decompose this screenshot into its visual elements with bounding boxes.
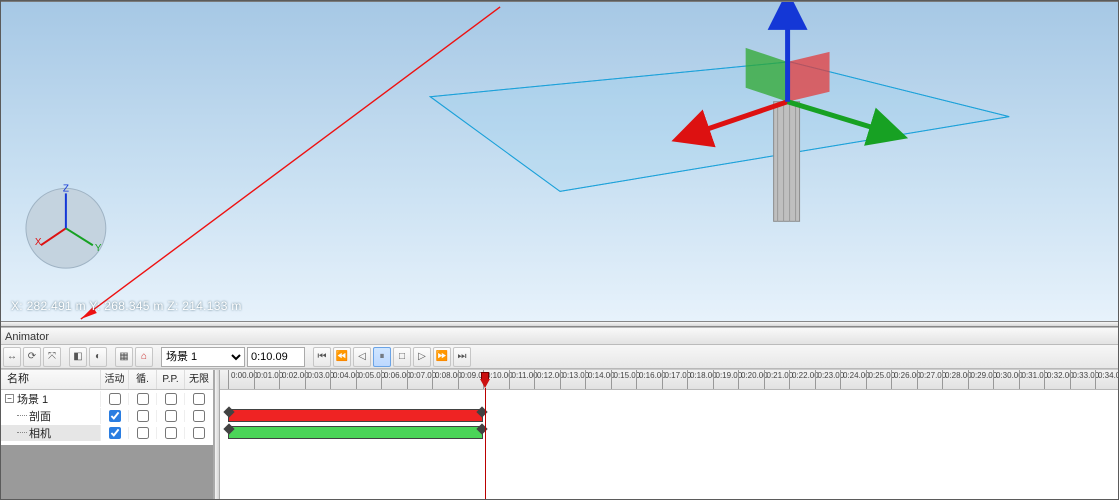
animator-toolbar: ↔ ⟳ ⤧ ◧ ◐ ▦ ⌂ 场景 1 ⏮ ⏪ ◁ ⏸ □ ▷ ⏩ ⏭ <box>1 345 1118 369</box>
track-area[interactable] <box>220 390 1118 499</box>
3d-viewport[interactable]: X Y Z X: 282.491 m Y: 268.345 m Z: 214.1… <box>1 1 1118 321</box>
tree-row[interactable]: −场景 1 <box>1 390 213 407</box>
tree-rows: −场景 1剖面相机 <box>1 390 213 445</box>
tb-scale-icon[interactable]: ⤧ <box>43 347 61 367</box>
stop-icon[interactable]: □ <box>393 347 411 367</box>
app-root: X Y Z X: 282.491 m Y: 268.345 m Z: 214.1… <box>0 0 1119 500</box>
tb-color-icon[interactable]: ◧ <box>69 347 87 367</box>
pause-icon[interactable]: ⏸ <box>373 347 391 367</box>
tree-row-label: 剖面 <box>29 408 51 424</box>
first-frame-icon[interactable]: ⏮ <box>313 347 331 367</box>
play-rev-icon[interactable]: ◁ <box>353 347 371 367</box>
track-row[interactable] <box>220 424 1118 441</box>
active-checkbox[interactable] <box>109 410 121 422</box>
animator-body: 名称 活动 循. P.P. 无限 −场景 1剖面相机 0:00.000:01.0… <box>1 369 1118 499</box>
tree-empty-area <box>1 445 213 500</box>
animator-title: Animator <box>1 327 1118 345</box>
tree-row[interactable]: 相机 <box>1 424 213 441</box>
keyframe-icon[interactable] <box>223 406 234 417</box>
last-frame-icon[interactable]: ⏭ <box>453 347 471 367</box>
keyframe-icon[interactable] <box>223 423 234 434</box>
prev-key-icon[interactable]: ⏪ <box>333 347 351 367</box>
tb-transparency-icon[interactable]: ◐ <box>89 347 107 367</box>
loop-checkbox[interactable] <box>137 427 149 439</box>
tree-row-label: 场景 1 <box>17 391 48 407</box>
tree-row[interactable]: 剖面 <box>1 407 213 424</box>
col-pp: P.P. <box>157 370 185 389</box>
timeline-panel[interactable]: 0:00.000:01.000:02.000:03.000:04.000:05.… <box>220 370 1118 499</box>
play-fwd-icon[interactable]: ▷ <box>413 347 431 367</box>
loop-checkbox[interactable] <box>137 393 149 405</box>
scene-select[interactable]: 场景 1 <box>161 347 245 367</box>
tb-section-icon[interactable]: ▦ <box>115 347 133 367</box>
col-inf: 无限 <box>185 370 213 389</box>
time-ruler[interactable]: 0:00.000:01.000:02.000:03.000:04.000:05.… <box>220 370 1118 390</box>
axis-label-x: X <box>35 237 42 248</box>
tb-rotate-icon[interactable]: ⟳ <box>23 347 41 367</box>
active-checkbox[interactable] <box>109 427 121 439</box>
track-row[interactable] <box>220 407 1118 424</box>
active-checkbox[interactable] <box>109 393 121 405</box>
loop-checkbox[interactable] <box>137 410 149 422</box>
next-key-icon[interactable]: ⏩ <box>433 347 451 367</box>
coords-readout: X: 282.491 m Y: 268.345 m Z: 214.133 m <box>11 299 242 313</box>
pp-checkbox[interactable] <box>165 427 177 439</box>
track-bar[interactable] <box>228 426 483 439</box>
tree-header: 名称 活动 循. P.P. 无限 <box>1 370 213 390</box>
inf-checkbox[interactable] <box>193 410 205 422</box>
axis-label-y: Y <box>95 243 102 254</box>
scene-svg: X Y Z <box>1 2 1118 321</box>
inf-checkbox[interactable] <box>193 427 205 439</box>
time-input[interactable] <box>247 347 305 367</box>
track-bar[interactable] <box>228 409 483 422</box>
col-active: 活动 <box>101 370 129 389</box>
tree-panel: 名称 活动 循. P.P. 无限 −场景 1剖面相机 <box>1 370 214 499</box>
ruler-tick-label: 0:34.00 <box>1098 371 1118 380</box>
axis-label-z: Z <box>63 183 69 194</box>
expand-toggle-icon[interactable]: − <box>5 394 14 403</box>
col-name: 名称 <box>1 370 101 389</box>
tb-translate-icon[interactable]: ↔ <box>3 347 21 367</box>
col-loop: 循. <box>129 370 157 389</box>
track-row[interactable] <box>220 390 1118 407</box>
tree-row-label: 相机 <box>29 425 51 441</box>
tb-camera-icon[interactable]: ⌂ <box>135 347 153 367</box>
pp-checkbox[interactable] <box>165 410 177 422</box>
pp-checkbox[interactable] <box>165 393 177 405</box>
inf-checkbox[interactable] <box>193 393 205 405</box>
animator-panel: Animator ↔ ⟳ ⤧ ◧ ◐ ▦ ⌂ 场景 1 ⏮ ⏪ ◁ ⏸ □ ▷ … <box>1 327 1118 499</box>
